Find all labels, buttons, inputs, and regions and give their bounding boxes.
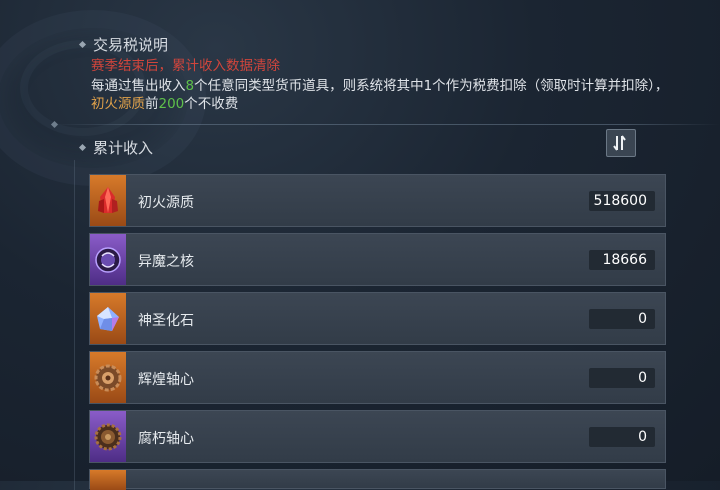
tax-section-title: 交易税说明 — [93, 36, 169, 54]
income-row-yimo[interactable]: 异魔之核 18666 — [89, 233, 666, 286]
income-section-title: 累计收入 — [93, 139, 154, 157]
desc-text: 个不收费 — [184, 96, 239, 112]
item-name: 腐朽轴心 — [138, 431, 194, 447]
income-row-partial[interactable] — [89, 469, 666, 490]
desc-number: 200 — [158, 96, 185, 112]
sort-toggle-button[interactable] — [606, 129, 636, 157]
bullet-icon — [78, 40, 87, 49]
desc-item-name: 初火源质 — [91, 96, 145, 112]
item-name: 辉煌轴心 — [138, 372, 194, 388]
income-row-huihuang[interactable]: 辉煌轴心 0 — [89, 351, 666, 404]
dark-orb-icon — [90, 234, 126, 285]
item-value: 0 — [589, 368, 655, 388]
item-value: 18666 — [589, 250, 655, 270]
sort-toggle-icon — [613, 135, 626, 151]
tax-description-line2: 初火源质前200个不收费 — [91, 92, 238, 112]
gold-gear-icon — [90, 352, 126, 403]
desc-text: 个任意同类型货币道具，则系统将其中1个作为税费扣除（领取时计算并扣除）， — [194, 78, 669, 94]
tax-section-header: 交易税说明 — [78, 34, 169, 55]
holy-gem-icon — [90, 293, 126, 344]
desc-text: 前 — [145, 96, 159, 112]
item-name: 神圣化石 — [138, 313, 194, 329]
item-value: 518600 — [589, 191, 655, 211]
item-name: 初火源质 — [138, 195, 194, 211]
section-divider — [54, 124, 720, 125]
season-reset-warning: 赛季结束后，累计收入数据清除 — [91, 58, 280, 74]
tax-description-line1: 每通过售出收入8个任意同类型货币道具，则系统将其中1个作为税费扣除（领取时计算并… — [91, 74, 668, 94]
income-row-chuhuo[interactable]: 初火源质 518600 — [89, 174, 666, 227]
income-row-fuxiu[interactable]: 腐朽轴心 0 — [89, 410, 666, 463]
bullet-icon — [78, 143, 87, 152]
rust-gear-icon — [90, 411, 126, 462]
income-section-header: 累计收入 — [78, 137, 154, 158]
item-value: 0 — [589, 309, 655, 329]
item-value: 0 — [589, 427, 655, 447]
red-crystal-icon — [90, 175, 126, 226]
item-icon — [90, 470, 126, 490]
item-name: 异魔之核 — [138, 254, 194, 270]
income-row-shensheng[interactable]: 神圣化石 0 — [89, 292, 666, 345]
